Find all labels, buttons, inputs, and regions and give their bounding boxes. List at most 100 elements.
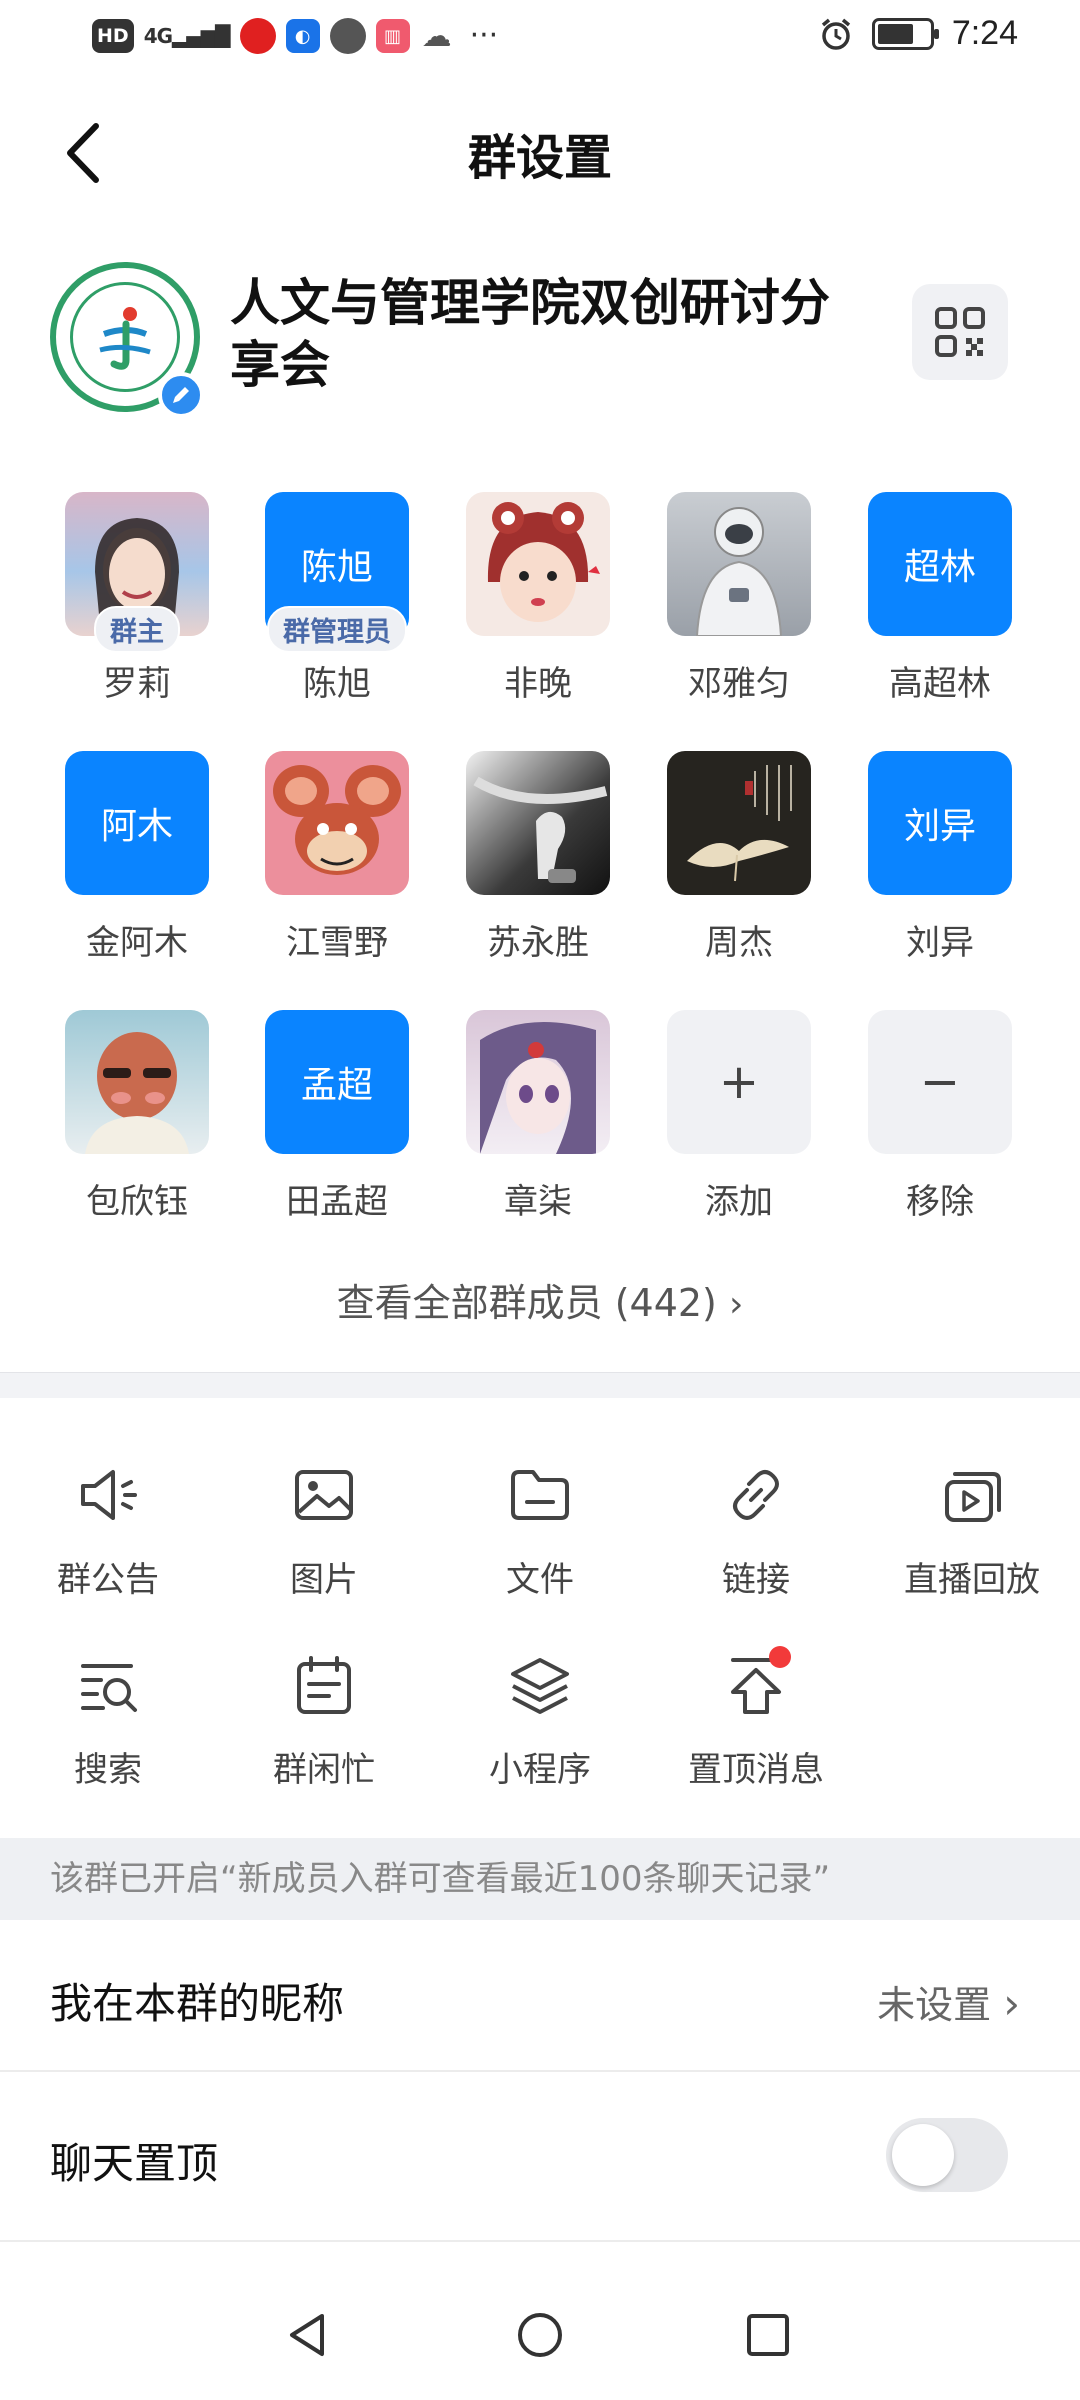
member-item[interactable]: 章柒 bbox=[463, 1010, 613, 1223]
group-name[interactable]: 人文与管理学院双创研讨分享会 bbox=[230, 272, 870, 396]
chevron-right-icon: › bbox=[728, 1284, 744, 1325]
pencil-icon bbox=[173, 387, 189, 403]
page-title: 群设置 bbox=[467, 130, 612, 186]
member-avatar: 刘异 bbox=[868, 751, 1012, 895]
member-avatar bbox=[667, 751, 811, 895]
member-avatar bbox=[466, 492, 610, 636]
member-avatar bbox=[65, 1010, 209, 1154]
member-name: 江雪野 bbox=[286, 923, 388, 963]
edit-avatar-button[interactable] bbox=[158, 372, 204, 418]
status-left-icons: HD 4G▂▄▆█ ◐ ▥ ☁ ··· bbox=[92, 18, 498, 54]
member-item[interactable]: 邓雅匀 bbox=[664, 492, 814, 705]
group-logo-icon bbox=[99, 307, 151, 370]
member-item[interactable]: 江雪野 bbox=[262, 751, 412, 964]
tool-live-replay[interactable]: 直播回放 bbox=[864, 1460, 1080, 1601]
top-bar: 群设置 bbox=[0, 100, 1080, 204]
member-name: 田孟超 bbox=[286, 1182, 388, 1222]
nav-home-icon[interactable] bbox=[515, 2310, 565, 2360]
remove-member-button[interactable]: − 移除 bbox=[865, 1010, 1015, 1223]
search-list-icon bbox=[73, 1650, 143, 1720]
more-notifications-icon: ··· bbox=[469, 18, 499, 53]
alarm-icon bbox=[821, 18, 850, 50]
tool-search[interactable]: 搜索 bbox=[0, 1650, 216, 1791]
member-name: 罗莉 bbox=[103, 664, 171, 704]
member-item[interactable]: 周杰 bbox=[664, 751, 814, 964]
qr-code-icon bbox=[935, 307, 985, 357]
section-divider bbox=[0, 1372, 1080, 1398]
member-name: 高超林 bbox=[889, 664, 991, 704]
pin-chat-toggle[interactable] bbox=[886, 2118, 1008, 2192]
bulb-app-icon: ◐ bbox=[285, 19, 320, 53]
history-notice: 该群已开启“新成员入群可查看最近100条聊天记录” bbox=[0, 1838, 1080, 1920]
tool-images[interactable]: 图片 bbox=[216, 1460, 432, 1601]
pin-top-icon bbox=[721, 1646, 791, 1720]
book-app-icon: ▥ bbox=[375, 19, 410, 53]
tool-files[interactable]: 文件 bbox=[432, 1460, 648, 1601]
qr-code-button[interactable] bbox=[912, 284, 1008, 380]
tool-mini-programs[interactable]: 小程序 bbox=[432, 1650, 648, 1791]
member-avatar: 阿木 bbox=[65, 751, 209, 895]
member-item[interactable]: 阿木 金阿木 bbox=[62, 751, 212, 964]
member-name: 包欣钰 bbox=[86, 1182, 188, 1222]
member-item[interactable]: 非晚 bbox=[463, 492, 613, 705]
megaphone-icon bbox=[73, 1460, 143, 1530]
add-member-button[interactable]: + 添加 bbox=[664, 1010, 814, 1223]
pin-chat-row: 聊天置顶 bbox=[0, 2072, 1080, 2240]
divider bbox=[0, 2240, 1080, 2242]
member-item[interactable]: 包欣钰 bbox=[62, 1010, 212, 1223]
add-member-label: 添加 bbox=[705, 1182, 773, 1222]
tool-links[interactable]: 链接 bbox=[648, 1460, 864, 1601]
clock: 7:24 bbox=[951, 14, 1018, 52]
member-avatar: 孟超 bbox=[265, 1010, 409, 1154]
wechat-icon: ☁ bbox=[421, 18, 452, 54]
unread-dot bbox=[769, 1646, 791, 1668]
nickname-label: 我在本群的昵称 bbox=[50, 1979, 345, 2028]
minus-icon: − bbox=[868, 1010, 1012, 1154]
remove-member-label: 移除 bbox=[906, 1182, 974, 1222]
member-item[interactable]: 陈旭 群管理员 陈旭 bbox=[262, 492, 412, 705]
tool-busy-status[interactable]: 群闲忙 bbox=[216, 1650, 432, 1791]
hd-indicator: HD bbox=[92, 19, 134, 53]
battery-icon bbox=[871, 17, 939, 50]
system-nav-bar bbox=[0, 2260, 1080, 2400]
member-name: 章柒 bbox=[504, 1182, 572, 1222]
nav-back-icon[interactable] bbox=[282, 2310, 332, 2360]
replay-icon bbox=[937, 1460, 1007, 1530]
folder-icon bbox=[505, 1460, 575, 1530]
nickname-value: 未设置 › bbox=[877, 1979, 1020, 2028]
admin-badge: 群管理员 bbox=[267, 606, 407, 653]
member-name: 周杰 bbox=[705, 923, 773, 963]
nav-recents-icon[interactable] bbox=[745, 2312, 791, 2358]
member-avatar bbox=[466, 751, 610, 895]
view-all-members-link[interactable]: 查看全部群成员 (442) › bbox=[0, 1272, 1080, 1327]
member-item[interactable]: 群主 罗莉 bbox=[62, 492, 212, 705]
pin-chat-label: 聊天置顶 bbox=[50, 2139, 219, 2188]
chevron-right-icon: › bbox=[1003, 1979, 1020, 2028]
status-bar: HD 4G▂▄▆█ ◐ ▥ ☁ ··· 7:24 bbox=[0, 0, 1080, 78]
member-name: 陈旭 bbox=[303, 664, 371, 704]
ball-app-icon bbox=[329, 18, 366, 54]
member-item[interactable]: 超林 高超林 bbox=[865, 492, 1015, 705]
member-avatar bbox=[265, 751, 409, 895]
member-name: 刘异 bbox=[906, 923, 974, 963]
app-notification-icon bbox=[239, 18, 276, 54]
member-name: 邓雅匀 bbox=[688, 664, 790, 704]
member-name: 非晚 bbox=[504, 664, 572, 704]
link-icon bbox=[721, 1460, 791, 1530]
member-name: 苏永胜 bbox=[487, 923, 589, 963]
plus-icon: + bbox=[667, 1010, 811, 1154]
member-item[interactable]: 孟超 田孟超 bbox=[262, 1010, 412, 1223]
tool-announcement[interactable]: 群公告 bbox=[0, 1460, 216, 1601]
layers-icon bbox=[505, 1650, 575, 1720]
status-right-icons: 7:24 bbox=[818, 14, 1018, 53]
member-item[interactable]: 苏永胜 bbox=[463, 751, 613, 964]
member-avatar bbox=[667, 492, 811, 636]
nickname-row[interactable]: 我在本群的昵称 未设置 › bbox=[0, 1920, 1080, 2070]
image-icon bbox=[289, 1460, 359, 1530]
member-item[interactable]: 刘异 刘异 bbox=[865, 751, 1015, 964]
calendar-icon bbox=[289, 1650, 359, 1720]
owner-badge: 群主 bbox=[94, 606, 180, 653]
tool-pinned-messages[interactable]: 置顶消息 bbox=[648, 1646, 864, 1791]
signal-icon: 4G▂▄▆█ bbox=[143, 24, 231, 48]
member-avatar bbox=[466, 1010, 610, 1154]
